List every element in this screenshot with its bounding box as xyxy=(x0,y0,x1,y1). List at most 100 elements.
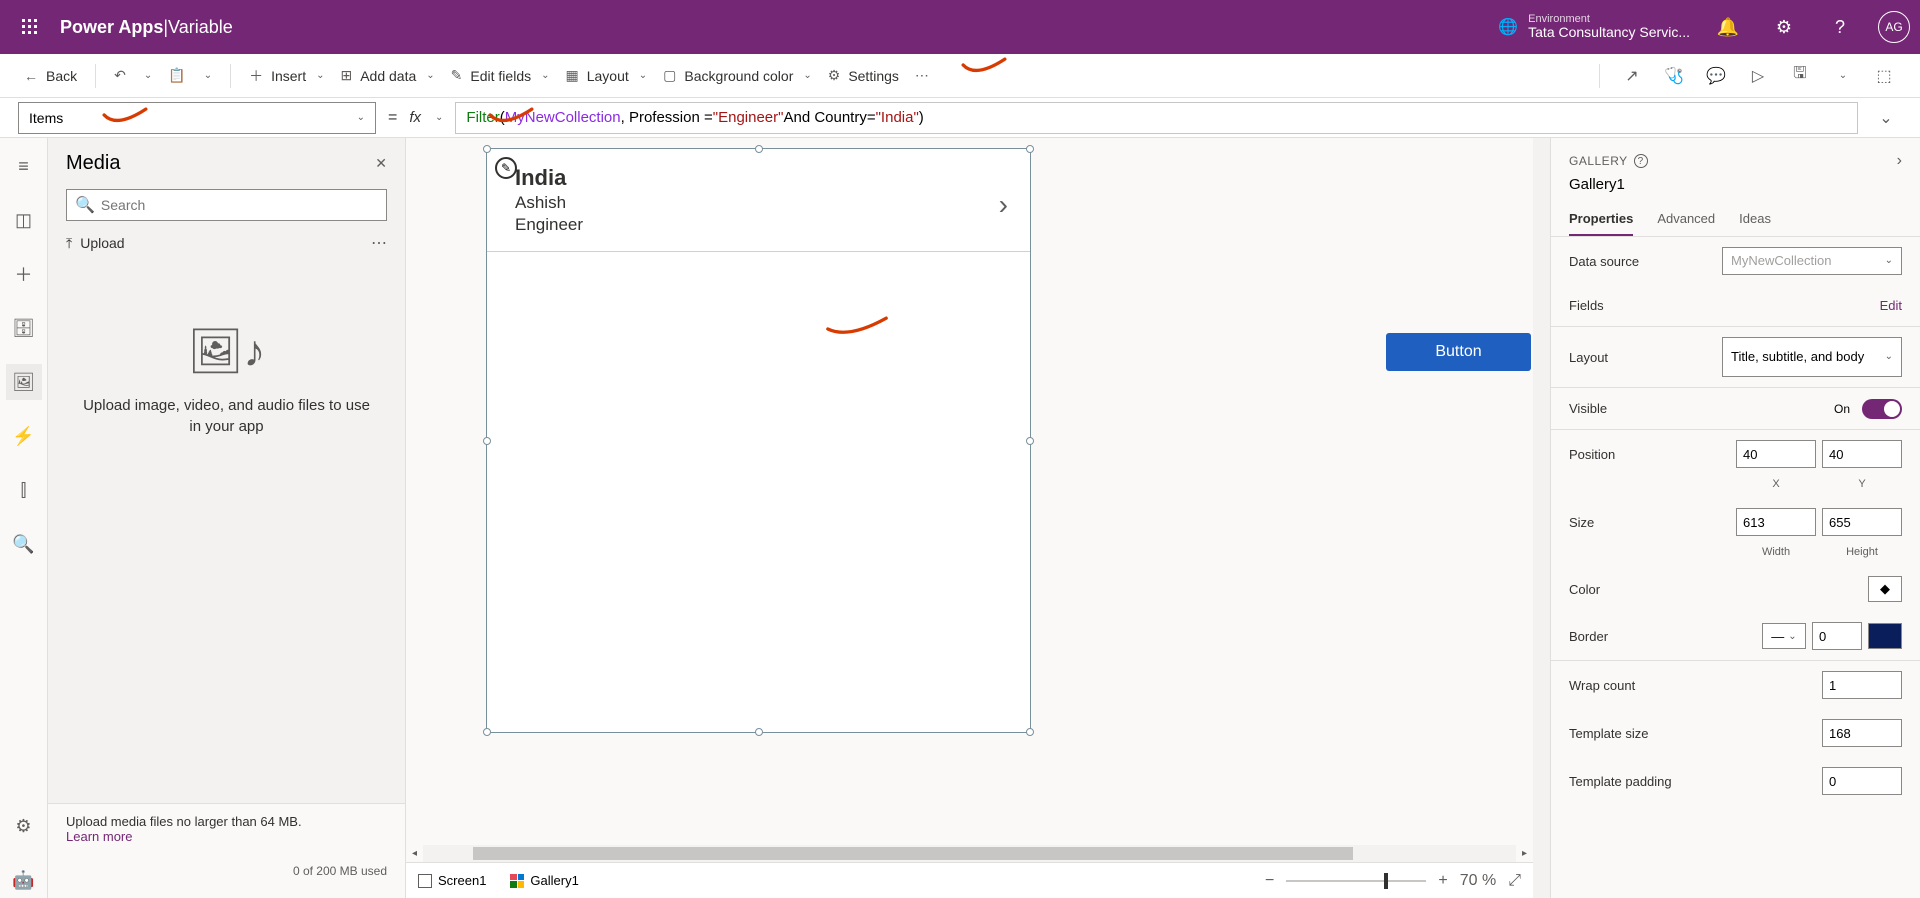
fx-label[interactable]: fx xyxy=(409,109,421,126)
data-pane-button[interactable]: 🗄 xyxy=(6,310,42,346)
preview-button[interactable]: ▷ xyxy=(1740,58,1776,94)
width-input[interactable] xyxy=(1736,508,1816,536)
canvas[interactable]: ✎ India Ashish Engineer › xyxy=(406,138,1533,845)
resize-handle[interactable] xyxy=(1026,145,1034,153)
border-label: Border xyxy=(1569,629,1608,644)
layout-select[interactable]: Title, subtitle, and body⌄ xyxy=(1722,337,1902,377)
variables-button[interactable]: ⫿ xyxy=(6,472,42,508)
breadcrumb-screen[interactable]: Screen1 xyxy=(418,873,486,888)
border-width-input[interactable] xyxy=(1812,622,1862,650)
save-button[interactable]: 🖫 xyxy=(1782,58,1818,94)
more-button[interactable]: ⋯ xyxy=(371,233,387,253)
resize-handle[interactable] xyxy=(755,145,763,153)
canvas-button-control[interactable]: Button xyxy=(1386,333,1531,371)
border-color-picker[interactable] xyxy=(1868,623,1902,649)
power-automate-button[interactable]: ⚡ xyxy=(6,418,42,454)
save-dropdown[interactable]: ⌄ xyxy=(1824,58,1860,94)
resize-handle[interactable] xyxy=(1026,728,1034,736)
insert-button[interactable]: ＋Insert⌄ xyxy=(243,62,330,90)
color-picker[interactable]: ◆ xyxy=(1868,576,1902,602)
insert-pane-button[interactable]: ＋ xyxy=(6,256,42,292)
visible-toggle[interactable] xyxy=(1862,399,1902,419)
add-data-button[interactable]: ⊞Add data⌄ xyxy=(334,63,440,88)
gallery-selection[interactable]: ✎ India Ashish Engineer › xyxy=(486,148,1031,733)
share-button[interactable]: ↗ xyxy=(1614,58,1650,94)
template-padding-input[interactable] xyxy=(1822,767,1902,795)
learn-more-link[interactable]: Learn more xyxy=(66,829,132,844)
settings-icon[interactable]: ⚙ xyxy=(1766,9,1802,45)
more-button[interactable]: ⋯ xyxy=(909,63,935,88)
command-bar: ←Back ↶ ⌄ 📋 ⌄ ＋Insert⌄ ⊞Add data⌄ ✎Edit … xyxy=(0,54,1920,98)
resize-handle[interactable] xyxy=(483,145,491,153)
wrap-count-input[interactable] xyxy=(1822,671,1902,699)
breadcrumb-gallery[interactable]: Gallery1 xyxy=(510,873,578,888)
scroll-left-icon[interactable]: ◂ xyxy=(406,848,423,859)
screens-button[interactable]: ◫ xyxy=(6,202,42,238)
checker-button[interactable]: 🩺 xyxy=(1656,58,1692,94)
notifications-icon[interactable]: 🔔 xyxy=(1710,9,1746,45)
help-icon[interactable]: ? xyxy=(1822,9,1858,45)
publish-button[interactable]: ⬚ xyxy=(1866,58,1902,94)
info-icon[interactable]: ? xyxy=(1634,154,1648,168)
zoom-slider[interactable] xyxy=(1286,880,1426,882)
virtual-agent-button[interactable]: 🤖 xyxy=(6,862,42,898)
waffle-button[interactable] xyxy=(10,19,50,35)
border-style-select[interactable]: — ⌄ xyxy=(1762,623,1806,649)
media-pane-button[interactable]: 🖼 xyxy=(6,364,42,400)
gallery-icon xyxy=(510,874,524,888)
fit-button[interactable]: ⤢ xyxy=(1508,872,1521,890)
undo-dropdown[interactable]: ⌄ xyxy=(136,66,158,85)
zoom-in-button[interactable]: + xyxy=(1438,872,1447,890)
data-source-select[interactable]: MyNewCollection⌄ xyxy=(1722,247,1902,275)
resize-handle[interactable] xyxy=(483,728,491,736)
zoom-thumb[interactable] xyxy=(1384,873,1388,889)
settings-button[interactable]: ⚙Settings xyxy=(822,63,905,88)
gallery-item[interactable]: India Ashish Engineer › xyxy=(487,149,1030,252)
paste-dropdown[interactable]: ⌄ xyxy=(196,66,218,85)
comments-button[interactable]: 💬 xyxy=(1698,58,1734,94)
chevron-right-icon[interactable]: › xyxy=(999,189,1008,221)
rail-settings-button[interactable]: ⚙ xyxy=(6,808,42,844)
upload-button[interactable]: ⤒ Upload xyxy=(66,235,125,252)
tab-properties[interactable]: Properties xyxy=(1569,203,1633,236)
paste-button[interactable]: 📋 xyxy=(162,63,191,88)
undo-button[interactable]: ↶ xyxy=(108,63,132,88)
divider xyxy=(95,64,96,88)
back-button[interactable]: ←Back xyxy=(18,64,83,88)
scroll-right-icon[interactable]: ▸ xyxy=(1516,848,1533,859)
resize-handle[interactable] xyxy=(483,437,491,445)
tab-advanced[interactable]: Advanced xyxy=(1657,203,1715,236)
chevron-down-icon: ⌄ xyxy=(426,70,434,81)
chevron-down-icon[interactable]: ⌄ xyxy=(435,112,443,123)
layout-button[interactable]: ▦Layout⌄ xyxy=(560,63,654,88)
height-input[interactable] xyxy=(1822,508,1902,536)
search-button[interactable]: 🔍 xyxy=(6,526,42,562)
scroll-thumb[interactable] xyxy=(473,847,1353,860)
expand-formula-button[interactable]: ⌄ xyxy=(1870,108,1902,128)
media-search[interactable]: 🔍 xyxy=(66,189,387,221)
chevron-right-icon[interactable]: › xyxy=(1897,152,1902,170)
property-dropdown[interactable]: Items ⌄ xyxy=(18,102,376,134)
close-panel-button[interactable]: ✕ xyxy=(375,155,387,172)
tab-ideas[interactable]: Ideas xyxy=(1739,203,1771,236)
position-x-input[interactable] xyxy=(1736,440,1816,468)
zoom-out-button[interactable]: − xyxy=(1265,872,1274,890)
media-search-input[interactable] xyxy=(101,197,378,213)
edit-fields-button[interactable]: ✎Edit fields⌄ xyxy=(445,63,556,88)
formula-input[interactable]: Filter(MyNewCollection, Profession = "En… xyxy=(455,102,1858,134)
resize-handle[interactable] xyxy=(1026,437,1034,445)
comment-icon: 💬 xyxy=(1706,66,1726,86)
vertical-scrollbar[interactable] xyxy=(1533,138,1550,898)
position-y-input[interactable] xyxy=(1822,440,1902,468)
horizontal-scrollbar[interactable]: ◂ ▸ xyxy=(406,845,1533,862)
wrap-label: Wrap count xyxy=(1569,678,1635,693)
environment-picker[interactable]: 🌐 Environment Tata Consultancy Servic... xyxy=(1498,13,1690,40)
template-size-input[interactable] xyxy=(1822,719,1902,747)
upload-icon: ⤒ xyxy=(66,235,72,252)
avatar[interactable]: AG xyxy=(1878,11,1910,43)
formula-bar: Items ⌄ = fx ⌄ Filter(MyNewCollection, P… xyxy=(0,98,1920,138)
fields-edit-link[interactable]: Edit xyxy=(1880,298,1902,313)
tree-view-button[interactable]: ≡ xyxy=(6,148,42,184)
bg-color-button[interactable]: ▢Background color⌄ xyxy=(657,63,818,88)
resize-handle[interactable] xyxy=(755,728,763,736)
